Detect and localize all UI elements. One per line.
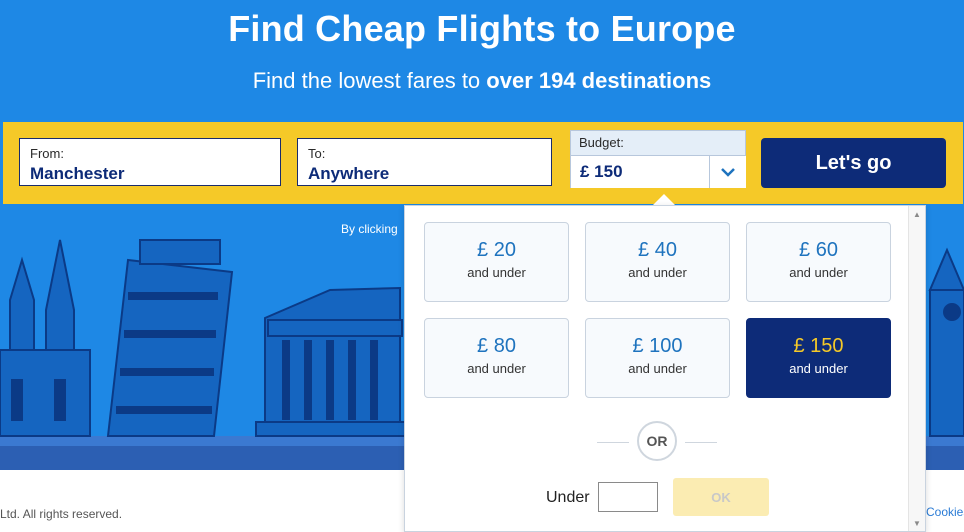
budget-select[interactable]: £ 150 (571, 155, 709, 188)
budget-option-80[interactable]: £ 80 and under (424, 318, 569, 398)
budget-label: Budget: (579, 135, 624, 150)
budget-option-sublabel: and under (467, 265, 526, 280)
to-field[interactable]: To: Anywhere (297, 138, 552, 186)
from-value[interactable]: Manchester (30, 164, 124, 184)
budget-option-sublabel: and under (628, 361, 687, 376)
dropdown-scrollbar[interactable]: ▲ ▼ (908, 206, 925, 531)
budget-option-sublabel: and under (467, 361, 526, 376)
hero-subtitle: Find the lowest fares to over 194 destin… (0, 68, 964, 94)
budget-option-sublabel: and under (789, 265, 848, 280)
budget-field[interactable]: Budget: £ 150 (570, 130, 746, 188)
terms-notice: By clicking (341, 222, 398, 236)
budget-value: £ 150 (580, 162, 623, 181)
flight-search-bar: From: Manchester To: Anywhere Budget: £ … (3, 122, 963, 204)
hero-subtitle-emphasis: over 194 destinations (486, 68, 712, 93)
to-label: To: (308, 146, 326, 161)
budget-option-40[interactable]: £ 40 and under (585, 222, 730, 302)
to-value[interactable]: Anywhere (308, 164, 389, 184)
budget-option-sublabel: and under (789, 361, 848, 376)
chevron-down-icon (721, 168, 735, 177)
budget-option-amount: £ 80 (477, 335, 516, 357)
budget-option-amount: £ 40 (638, 239, 677, 261)
budget-option-20[interactable]: £ 20 and under (424, 222, 569, 302)
from-label: From: (30, 146, 64, 161)
budget-option-amount: £ 150 (793, 335, 844, 357)
from-field[interactable]: From: Manchester (19, 138, 281, 186)
hero-subtitle-prefix: Find the lowest fares to (252, 68, 487, 93)
custom-budget-input[interactable] (598, 482, 658, 512)
ok-button[interactable]: OK (673, 478, 769, 516)
cookies-link[interactable]: Cookies (926, 505, 964, 519)
budget-option-amount: £ 20 (477, 239, 516, 261)
or-divider-left (597, 442, 629, 443)
or-divider-right (685, 442, 717, 443)
custom-budget-label: Under (546, 489, 590, 506)
hero-title: Find Cheap Flights to Europe (228, 8, 736, 49)
budget-dropdown-panel: £ 20 and under £ 40 and under £ 60 and u… (404, 205, 926, 532)
budget-option-150-selected[interactable]: £ 150 and under (746, 318, 891, 398)
scroll-down-arrow-icon[interactable]: ▼ (909, 515, 925, 531)
budget-option-100[interactable]: £ 100 and under (585, 318, 730, 398)
footer-copyright: Ltd. All rights reserved. (0, 507, 123, 521)
budget-option-sublabel: and under (628, 265, 687, 280)
budget-option-amount: £ 100 (632, 335, 683, 357)
budget-dropdown-toggle[interactable] (709, 155, 746, 188)
budget-option-60[interactable]: £ 60 and under (746, 222, 891, 302)
or-separator: OR (637, 421, 677, 461)
scroll-up-arrow-icon[interactable]: ▲ (909, 206, 925, 222)
budget-option-amount: £ 60 (799, 239, 838, 261)
lets-go-button[interactable]: Let's go (761, 138, 946, 188)
